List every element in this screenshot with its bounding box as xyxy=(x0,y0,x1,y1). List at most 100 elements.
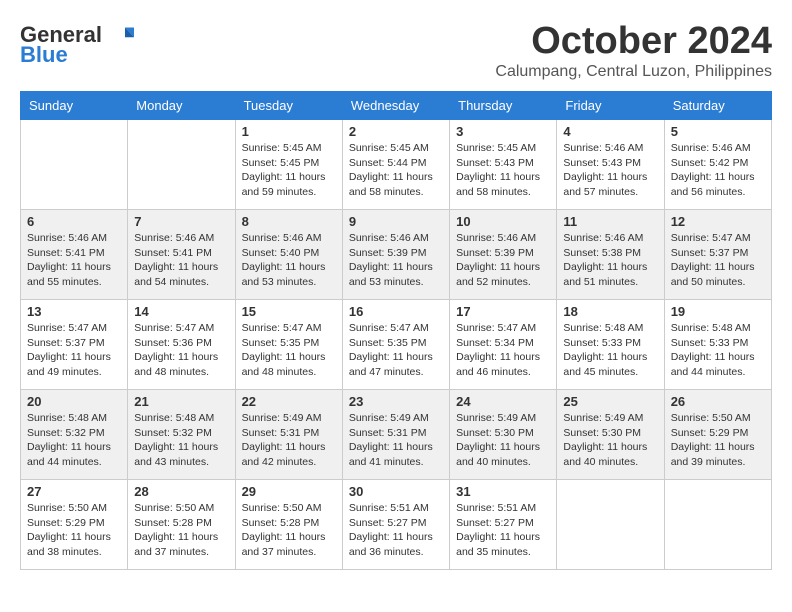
cell-content: Sunrise: 5:45 AM Sunset: 5:45 PM Dayligh… xyxy=(242,141,336,200)
table-row: 31 Sunrise: 5:51 AM Sunset: 5:27 PM Dayli… xyxy=(450,480,557,570)
table-row: 10 Sunrise: 5:46 AM Sunset: 5:39 PM Dayli… xyxy=(450,210,557,300)
cell-content: Sunrise: 5:47 AM Sunset: 5:35 PM Dayligh… xyxy=(242,321,336,380)
title-area: October 2024 Calumpang, Central Luzon, P… xyxy=(495,20,772,81)
cell-content: Sunrise: 5:46 AM Sunset: 5:38 PM Dayligh… xyxy=(563,231,657,290)
cell-content: Sunrise: 5:47 AM Sunset: 5:34 PM Dayligh… xyxy=(456,321,550,380)
month-title: October 2024 xyxy=(495,20,772,63)
day-number: 1 xyxy=(242,124,336,139)
day-number: 20 xyxy=(27,394,121,409)
table-row: 16Sunrise: 5:47 AM Sunset: 5:35 PM Dayli… xyxy=(342,300,449,390)
cell-content: Sunrise: 5:47 AM Sunset: 5:37 PM Dayligh… xyxy=(27,321,121,380)
day-number: 11 xyxy=(563,214,657,229)
day-number: 26 xyxy=(671,394,765,409)
day-number: 9 xyxy=(349,214,443,229)
day-number: 8 xyxy=(242,214,336,229)
cell-content: Sunrise: 5:45 AM Sunset: 5:43 PM Dayligh… xyxy=(456,141,550,200)
cell-content: Sunrise: 5:46 AM Sunset: 5:41 PM Dayligh… xyxy=(27,231,121,290)
table-row xyxy=(21,120,128,210)
calendar-row: 13 Sunrise: 5:47 AM Sunset: 5:37 PM Dayli… xyxy=(21,300,772,390)
logo: General Blue xyxy=(20,20,134,68)
table-row: 6 Sunrise: 5:46 AM Sunset: 5:41 PM Daylig… xyxy=(21,210,128,300)
location-title: Calumpang, Central Luzon, Philippines xyxy=(495,63,772,81)
table-row: 1 Sunrise: 5:45 AM Sunset: 5:45 PM Daylig… xyxy=(235,120,342,210)
cell-content: Sunrise: 5:45 AM Sunset: 5:44 PM Dayligh… xyxy=(349,141,443,200)
cell-content: Sunrise: 5:48 AM Sunset: 5:32 PM Dayligh… xyxy=(27,411,121,470)
table-row: 5 Sunrise: 5:46 AM Sunset: 5:42 PM Daylig… xyxy=(664,120,771,210)
day-number: 28 xyxy=(134,484,228,499)
table-row: 20 Sunrise: 5:48 AM Sunset: 5:32 PM Dayli… xyxy=(21,390,128,480)
cell-content: Sunrise: 5:47 AM Sunset: 5:36 PM Dayligh… xyxy=(134,321,228,380)
cell-content: Sunrise: 5:46 AM Sunset: 5:39 PM Dayligh… xyxy=(349,231,443,290)
day-number: 13 xyxy=(27,304,121,319)
logo-icon xyxy=(104,20,134,50)
cell-content: Sunrise: 5:51 AM Sunset: 5:27 PM Dayligh… xyxy=(349,501,443,560)
day-number: 24 xyxy=(456,394,550,409)
table-row: 9 Sunrise: 5:46 AM Sunset: 5:39 PM Daylig… xyxy=(342,210,449,300)
header-sunday: Sunday xyxy=(21,92,128,120)
table-row: 24 Sunrise: 5:49 AM Sunset: 5:30 PM Dayli… xyxy=(450,390,557,480)
table-row: 19 Sunrise: 5:48 AM Sunset: 5:33 PM Dayli… xyxy=(664,300,771,390)
cell-content: Sunrise: 5:46 AM Sunset: 5:43 PM Dayligh… xyxy=(563,141,657,200)
table-row: 4 Sunrise: 5:46 AM Sunset: 5:43 PM Daylig… xyxy=(557,120,664,210)
calendar-row: 27 Sunrise: 5:50 AM Sunset: 5:29 PM Dayli… xyxy=(21,480,772,570)
day-number: 31 xyxy=(456,484,550,499)
cell-content: Sunrise: 5:46 AM Sunset: 5:41 PM Dayligh… xyxy=(134,231,228,290)
cell-content: Sunrise: 5:46 AM Sunset: 5:42 PM Dayligh… xyxy=(671,141,765,200)
cell-content: Sunrise: 5:48 AM Sunset: 5:33 PM Dayligh… xyxy=(563,321,657,380)
day-number: 30 xyxy=(349,484,443,499)
header-wednesday: Wednesday xyxy=(342,92,449,120)
table-row xyxy=(128,120,235,210)
day-number: 10 xyxy=(456,214,550,229)
table-row: 30 Sunrise: 5:51 AM Sunset: 5:27 PM Dayli… xyxy=(342,480,449,570)
table-row: 3 Sunrise: 5:45 AM Sunset: 5:43 PM Daylig… xyxy=(450,120,557,210)
day-number: 7 xyxy=(134,214,228,229)
cell-content: Sunrise: 5:48 AM Sunset: 5:32 PM Dayligh… xyxy=(134,411,228,470)
table-row: 11 Sunrise: 5:46 AM Sunset: 5:38 PM Dayli… xyxy=(557,210,664,300)
cell-content: Sunrise: 5:50 AM Sunset: 5:29 PM Dayligh… xyxy=(671,411,765,470)
day-number: 16 xyxy=(349,304,443,319)
day-number: 18 xyxy=(563,304,657,319)
page-header: General Blue October 2024 Calumpang, Cen… xyxy=(20,20,772,81)
table-row: 7 Sunrise: 5:46 AM Sunset: 5:41 PM Daylig… xyxy=(128,210,235,300)
day-number: 21 xyxy=(134,394,228,409)
cell-content: Sunrise: 5:49 AM Sunset: 5:30 PM Dayligh… xyxy=(456,411,550,470)
table-row: 29 Sunrise: 5:50 AM Sunset: 5:28 PM Dayli… xyxy=(235,480,342,570)
table-row: 22 Sunrise: 5:49 AM Sunset: 5:31 PM Dayli… xyxy=(235,390,342,480)
header-saturday: Saturday xyxy=(664,92,771,120)
day-number: 23 xyxy=(349,394,443,409)
table-row: 17 Sunrise: 5:47 AM Sunset: 5:34 PM Dayli… xyxy=(450,300,557,390)
day-number: 14 xyxy=(134,304,228,319)
table-row: 8 Sunrise: 5:46 AM Sunset: 5:40 PM Daylig… xyxy=(235,210,342,300)
day-number: 5 xyxy=(671,124,765,139)
day-number: 22 xyxy=(242,394,336,409)
day-number: 29 xyxy=(242,484,336,499)
day-number: 27 xyxy=(27,484,121,499)
calendar-row: 6 Sunrise: 5:46 AM Sunset: 5:41 PM Daylig… xyxy=(21,210,772,300)
day-number: 3 xyxy=(456,124,550,139)
cell-content: Sunrise: 5:46 AM Sunset: 5:39 PM Dayligh… xyxy=(456,231,550,290)
table-row: 18 Sunrise: 5:48 AM Sunset: 5:33 PM Dayli… xyxy=(557,300,664,390)
cell-content: Sunrise: 5:46 AM Sunset: 5:40 PM Dayligh… xyxy=(242,231,336,290)
logo-blue: Blue xyxy=(20,42,68,67)
cell-content: Sunrise: 5:50 AM Sunset: 5:29 PM Dayligh… xyxy=(27,501,121,560)
day-number: 2 xyxy=(349,124,443,139)
table-row: 25Sunrise: 5:49 AM Sunset: 5:30 PM Dayli… xyxy=(557,390,664,480)
cell-content: Sunrise: 5:50 AM Sunset: 5:28 PM Dayligh… xyxy=(242,501,336,560)
header-friday: Friday xyxy=(557,92,664,120)
table-row: 26 Sunrise: 5:50 AM Sunset: 5:29 PM Dayli… xyxy=(664,390,771,480)
day-number: 15 xyxy=(242,304,336,319)
day-number: 4 xyxy=(563,124,657,139)
cell-content: Sunrise: 5:49 AM Sunset: 5:30 PM Dayligh… xyxy=(563,411,657,470)
cell-content: Sunrise: 5:48 AM Sunset: 5:33 PM Dayligh… xyxy=(671,321,765,380)
table-row: 15 Sunrise: 5:47 AM Sunset: 5:35 PM Dayli… xyxy=(235,300,342,390)
day-number: 6 xyxy=(27,214,121,229)
table-row: 2 Sunrise: 5:45 AM Sunset: 5:44 PM Daylig… xyxy=(342,120,449,210)
table-row: 13 Sunrise: 5:47 AM Sunset: 5:37 PM Dayli… xyxy=(21,300,128,390)
calendar-row: 20 Sunrise: 5:48 AM Sunset: 5:32 PM Dayli… xyxy=(21,390,772,480)
cell-content: Sunrise: 5:47 AM Sunset: 5:37 PM Dayligh… xyxy=(671,231,765,290)
cell-content: Sunrise: 5:51 AM Sunset: 5:27 PM Dayligh… xyxy=(456,501,550,560)
cell-content: Sunrise: 5:49 AM Sunset: 5:31 PM Dayligh… xyxy=(242,411,336,470)
day-number: 17 xyxy=(456,304,550,319)
table-row: 21 Sunrise: 5:48 AM Sunset: 5:32 PM Dayli… xyxy=(128,390,235,480)
day-number: 19 xyxy=(671,304,765,319)
